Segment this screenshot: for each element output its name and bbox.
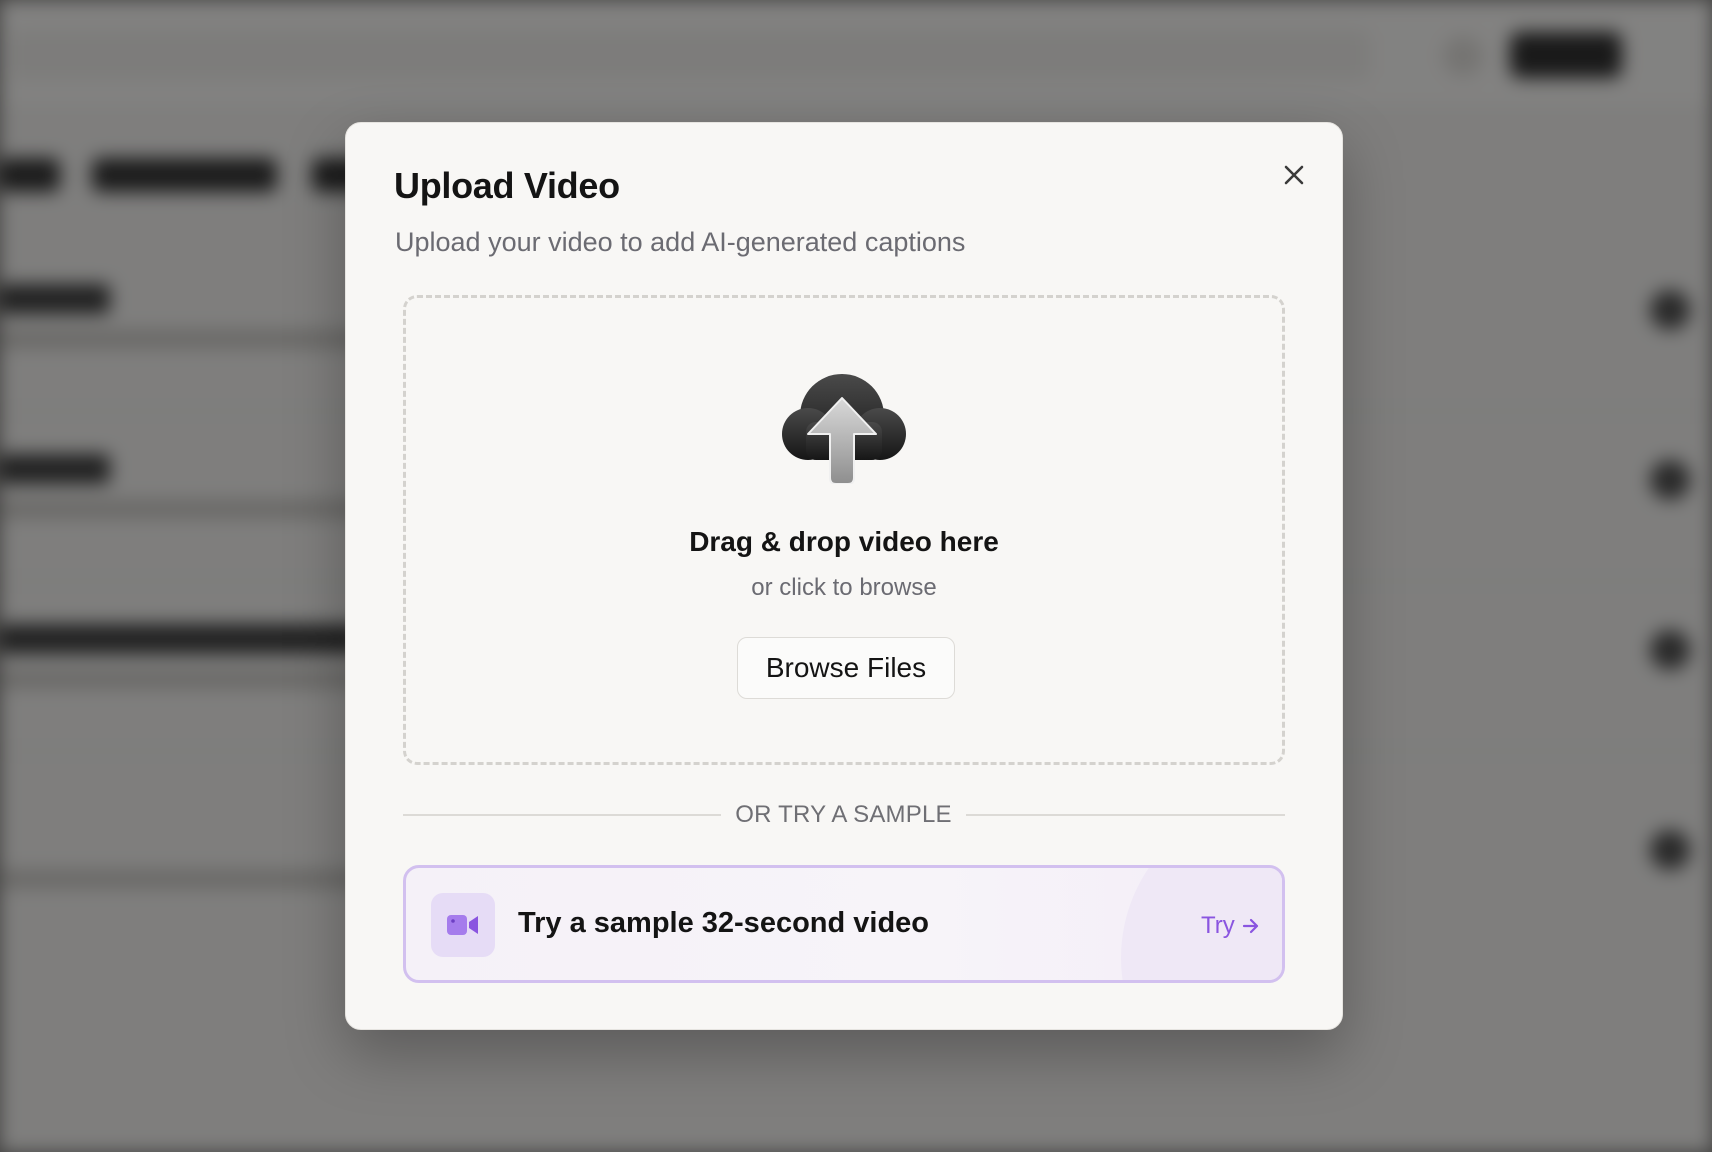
divider-line	[966, 814, 1285, 816]
try-sample-video-card[interactable]: Try a sample 32-second video Try	[403, 865, 1285, 983]
dropzone-subtitle: or click to browse	[751, 574, 937, 601]
try-label: Try	[1201, 912, 1235, 939]
sample-video-label: Try a sample 32-second video	[518, 907, 930, 939]
sample-icon-container	[431, 893, 495, 957]
dialog-title: Upload Video	[394, 165, 620, 206]
cloud-upload-icon	[782, 374, 906, 484]
browse-files-button[interactable]: Browse Files	[737, 637, 955, 699]
upload-video-dialog: Upload Video Upload your video to add AI…	[345, 122, 1343, 1030]
close-button[interactable]	[1274, 155, 1314, 195]
try-sample-link[interactable]: Try	[1201, 912, 1261, 940]
video-dropzone[interactable]: Drag & drop video here or click to brows…	[403, 295, 1285, 765]
divider-line	[403, 814, 721, 816]
divider-label: OR TRY A SAMPLE	[735, 801, 952, 828]
video-camera-icon	[447, 915, 478, 935]
arrow-right-icon	[1242, 918, 1258, 934]
dialog-subtitle: Upload your video to add AI-generated ca…	[395, 227, 966, 257]
dropzone-title: Drag & drop video here	[689, 526, 999, 557]
close-icon	[1284, 165, 1304, 185]
